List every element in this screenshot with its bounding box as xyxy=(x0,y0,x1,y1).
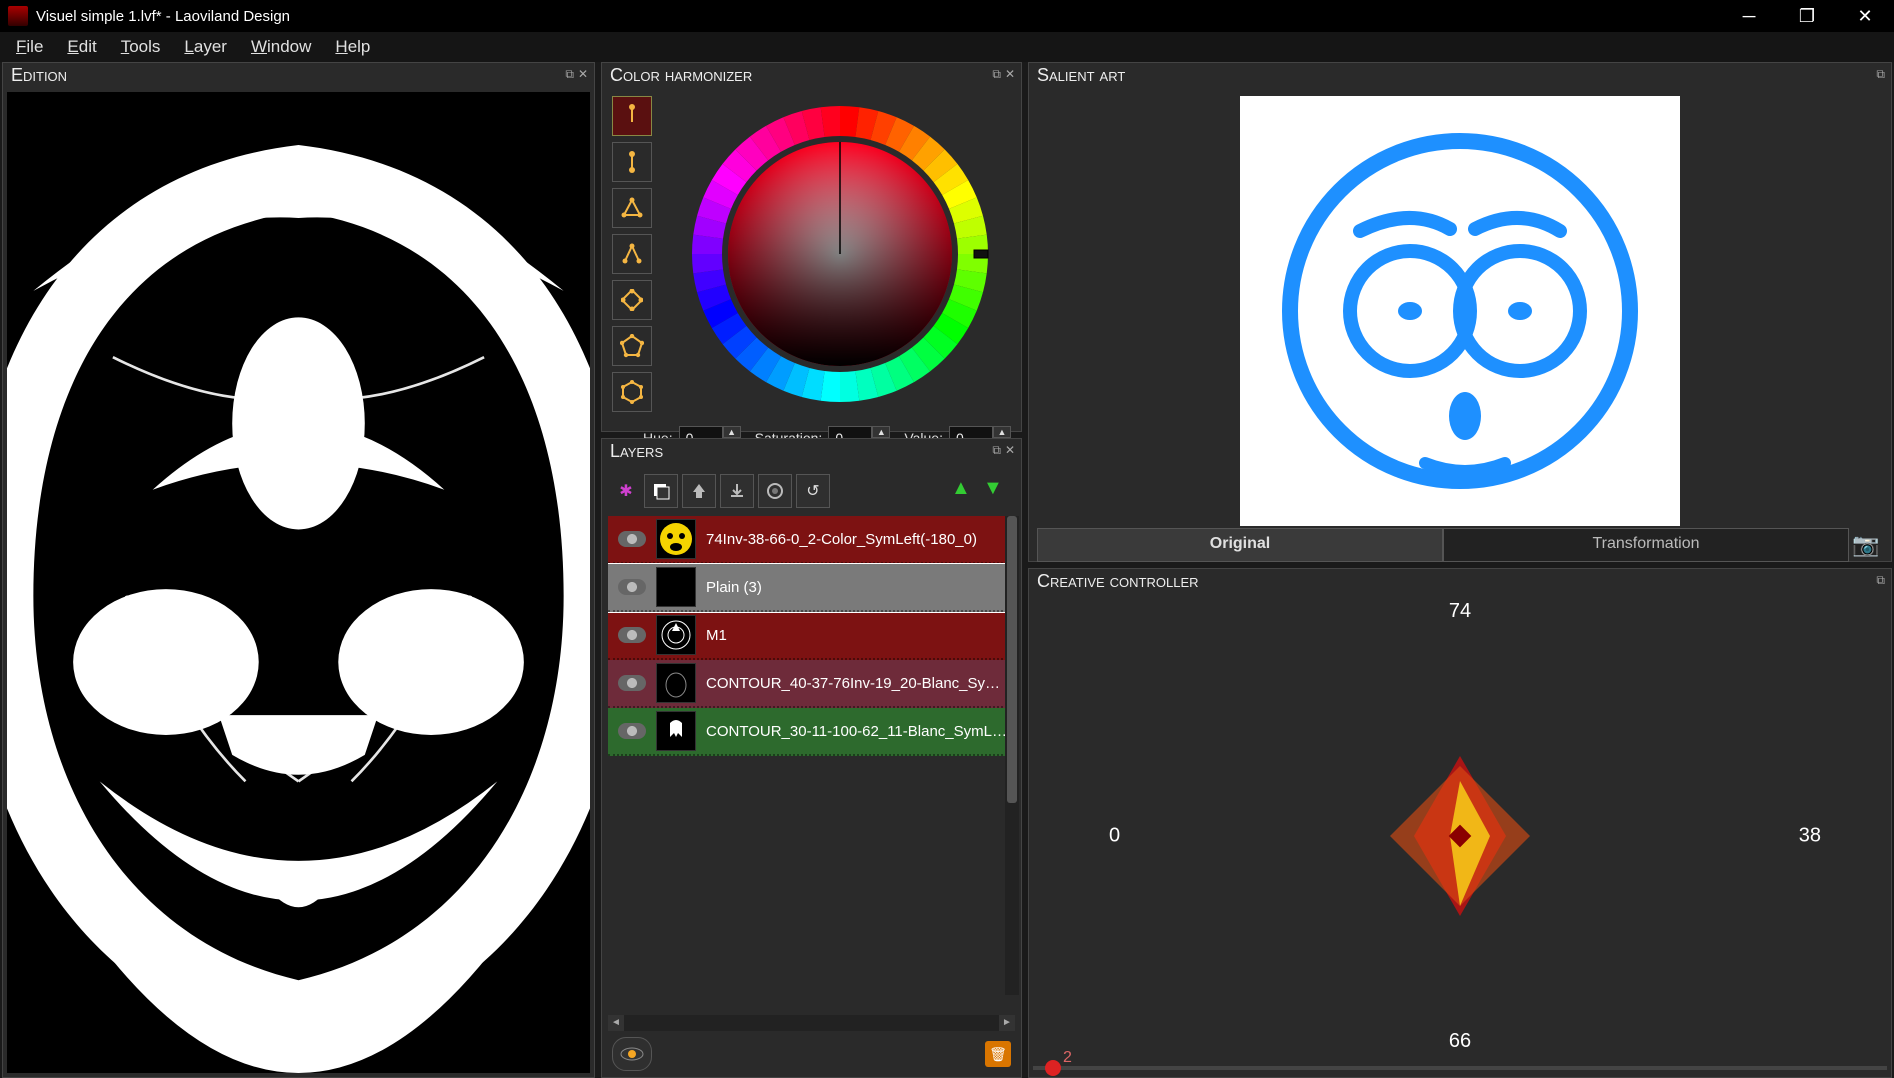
panel-undock-icon[interactable]: ⧉ xyxy=(565,67,574,82)
layers-panel: Layers ⧉✕ ✱ ↺ ▲ ▼ 74Inv-38-66-0_2-Color_… xyxy=(601,438,1022,1078)
layer-visibility-icon[interactable] xyxy=(618,723,646,739)
panel-undock-icon[interactable]: ⧉ xyxy=(992,443,1001,458)
layer-toolbar: ✱ ↺ ▲ ▼ xyxy=(602,470,1021,512)
layer-row[interactable]: Plain (3) xyxy=(608,564,1019,612)
panel-close-icon[interactable]: ✕ xyxy=(1005,67,1015,82)
panel-undock-icon[interactable]: ⧉ xyxy=(1876,67,1885,82)
cc-value-right: 38 xyxy=(1799,824,1821,847)
harmonizer-header: Color harmonizer ⧉✕ xyxy=(602,63,1021,88)
panel-undock-icon[interactable]: ⧉ xyxy=(992,67,1001,82)
layer-thumbnail xyxy=(656,663,696,703)
layer-visibility-icon[interactable] xyxy=(618,531,646,547)
cc-value-bottom: 66 xyxy=(1449,1030,1471,1053)
layer-thumbnail xyxy=(656,519,696,559)
harmony-mode-split[interactable] xyxy=(612,234,652,274)
menu-file[interactable]: File xyxy=(6,35,53,59)
layer-thumbnail xyxy=(656,615,696,655)
creative-slider[interactable]: 2 xyxy=(1033,1063,1887,1073)
creative-slider-value: 2 xyxy=(1063,1049,1072,1067)
harmony-mode-list xyxy=(612,96,652,412)
layer-visibility-icon[interactable] xyxy=(618,675,646,691)
salient-art-panel: Salient art ⧉ xyxy=(1028,62,1892,562)
layer-name: M1 xyxy=(706,627,1009,644)
panel-close-icon[interactable]: ✕ xyxy=(578,67,588,82)
edition-header: Edition ⧉✕ xyxy=(3,63,594,88)
window-title: Visuel simple 1.lvf* - Laoviland Design xyxy=(36,8,1720,25)
hue-up[interactable]: ▲ xyxy=(723,426,741,438)
panel-undock-icon[interactable]: ⧉ xyxy=(1876,573,1885,588)
layer-visibility-toggle[interactable] xyxy=(612,1037,652,1071)
edition-canvas[interactable] xyxy=(7,92,590,1073)
menu-tools[interactable]: Tools xyxy=(111,35,171,59)
tab-original[interactable]: Original xyxy=(1037,528,1443,562)
sat-up[interactable]: ▲ xyxy=(872,426,890,438)
harmony-mode-triad[interactable] xyxy=(612,188,652,228)
salient-header: Salient art ⧉ xyxy=(1029,63,1891,88)
menu-bar: File Edit Tools Layer Window Help xyxy=(0,32,1894,62)
layer-reset-button[interactable]: ↺ xyxy=(796,474,830,508)
layer-name: CONTOUR_40-37-76Inv-19_20-Blanc_SymRig xyxy=(706,675,1009,692)
layer-move-up[interactable]: ▲ xyxy=(951,477,979,505)
layer-row[interactable]: 74Inv-38-66-0_2-Color_SymLeft(-180_0) xyxy=(608,516,1019,564)
layer-flatten-button[interactable] xyxy=(720,474,754,508)
layer-visibility-icon[interactable] xyxy=(618,627,646,643)
layer-move-down[interactable]: ▼ xyxy=(983,477,1011,505)
cc-value-top: 74 xyxy=(1449,600,1471,623)
harmony-mode-single[interactable] xyxy=(612,96,652,136)
creative-header: Creative controller ⧉ xyxy=(1029,569,1891,594)
layer-fx-button[interactable] xyxy=(758,474,792,508)
layer-new-button[interactable] xyxy=(644,474,678,508)
layer-thumbnail xyxy=(656,711,696,751)
layer-merge-button[interactable] xyxy=(682,474,716,508)
layer-visibility-icon[interactable] xyxy=(618,579,646,595)
layer-thumbnail xyxy=(656,567,696,607)
creative-diamond[interactable]: 74 38 66 0 2 xyxy=(1029,594,1891,1077)
creative-controller-panel: Creative controller ⧉ 74 38 66 0 xyxy=(1028,568,1892,1078)
layer-scrollbar-vertical[interactable] xyxy=(1005,516,1019,995)
color-sample-icon[interactable]: ✱ xyxy=(612,474,640,508)
menu-edit[interactable]: Edit xyxy=(57,35,106,59)
harmony-mode-complement[interactable] xyxy=(612,142,652,182)
layer-row[interactable]: CONTOUR_40-37-76Inv-19_20-Blanc_SymRig xyxy=(608,660,1019,708)
layer-row[interactable]: M1 xyxy=(608,612,1019,660)
layer-delete-button[interactable]: 🗑 xyxy=(985,1041,1011,1067)
salient-canvas[interactable] xyxy=(1240,96,1680,526)
layer-scrollbar-horizontal[interactable]: ◄► xyxy=(608,1015,1015,1031)
menu-help[interactable]: Help xyxy=(325,35,380,59)
cc-value-left: 0 xyxy=(1109,824,1120,847)
harmony-mode-square[interactable] xyxy=(612,280,652,320)
tab-transformation[interactable]: Transformation xyxy=(1443,528,1849,562)
color-harmonizer-panel: Color harmonizer ⧉✕ xyxy=(601,62,1022,432)
layer-row[interactable]: CONTOUR_30-11-100-62_11-Blanc_SymLeft(2 xyxy=(608,708,1019,756)
layers-header: Layers ⧉✕ xyxy=(602,439,1021,464)
app-icon xyxy=(8,6,28,26)
minimize-button[interactable]: ─ xyxy=(1720,0,1778,32)
layer-list[interactable]: 74Inv-38-66-0_2-Color_SymLeft(-180_0) Pla… xyxy=(608,516,1019,1013)
panel-close-icon[interactable]: ✕ xyxy=(1005,443,1015,458)
harmony-mode-hexagon[interactable] xyxy=(612,372,652,412)
menu-layer[interactable]: Layer xyxy=(174,35,237,59)
color-wheel[interactable] xyxy=(668,96,1011,412)
menu-window[interactable]: Window xyxy=(241,35,321,59)
harmony-mode-pentagon[interactable] xyxy=(612,326,652,366)
snapshot-button[interactable]: 📷 xyxy=(1849,528,1883,562)
title-bar: Visuel simple 1.lvf* - Laoviland Design … xyxy=(0,0,1894,32)
layer-name: Plain (3) xyxy=(706,579,1009,596)
close-button[interactable]: ✕ xyxy=(1836,0,1894,32)
edition-panel: Edition ⧉✕ xyxy=(2,62,595,1078)
maximize-button[interactable]: ❐ xyxy=(1778,0,1836,32)
val-up[interactable]: ▲ xyxy=(993,426,1011,438)
layer-name: 74Inv-38-66-0_2-Color_SymLeft(-180_0) xyxy=(706,531,1009,548)
layer-name: CONTOUR_30-11-100-62_11-Blanc_SymLeft(2 xyxy=(706,723,1009,740)
